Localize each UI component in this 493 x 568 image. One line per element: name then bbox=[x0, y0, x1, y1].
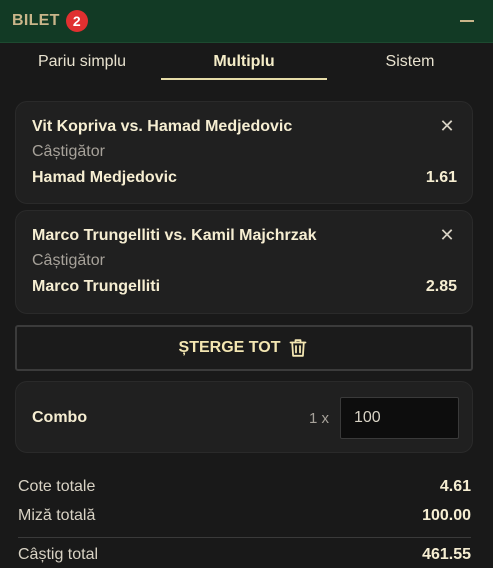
tab-sistem[interactable]: Sistem bbox=[327, 43, 493, 81]
summary-total-odds: Cote totale 4.61 bbox=[18, 478, 471, 500]
selection-odds: 2.85 bbox=[425, 278, 457, 295]
minus-icon[interactable] bbox=[460, 20, 474, 22]
market-name: Câștigător bbox=[32, 143, 105, 160]
combo-stake-card: Combo 1 x bbox=[15, 381, 473, 453]
total-win-label: Câștig total bbox=[18, 546, 99, 563]
bet-type-tabs: Pariu simplu Multiplu Sistem bbox=[0, 43, 493, 83]
market-name: Câștigător bbox=[32, 252, 105, 269]
tab-pariu-simplu[interactable]: Pariu simplu bbox=[0, 43, 164, 81]
match-name: Vit Kopriva vs. Hamad Medjedovic bbox=[32, 118, 293, 135]
total-odds-label: Cote totale bbox=[18, 478, 96, 495]
trash-icon bbox=[289, 338, 309, 358]
close-icon[interactable]: ✕ bbox=[438, 116, 456, 136]
total-odds-value: 4.61 bbox=[439, 478, 471, 495]
total-stake-label: Miză totală bbox=[18, 507, 96, 524]
total-win-value: 461.55 bbox=[422, 546, 471, 563]
close-icon[interactable]: ✕ bbox=[438, 225, 456, 245]
active-tab-indicator bbox=[161, 78, 327, 80]
clear-all-button[interactable]: ȘTERGE TOT bbox=[15, 325, 473, 371]
clear-all-label: ȘTERGE TOT bbox=[178, 339, 281, 356]
bet-card: Marco Trungelliti vs. Kamil Majchrzak ✕ … bbox=[15, 210, 473, 314]
selection-name: Hamad Medjedovic bbox=[32, 169, 177, 186]
betslip-header: BILET 2 bbox=[0, 0, 493, 43]
summary-total-win: Câștig total 461.55 bbox=[18, 546, 471, 568]
summary-divider bbox=[18, 537, 471, 538]
match-name: Marco Trungelliti vs. Kamil Majchrzak bbox=[32, 227, 317, 244]
summary-total-stake: Miză totală 100.00 bbox=[18, 507, 471, 529]
tab-multiplu[interactable]: Multiplu bbox=[161, 43, 327, 81]
combo-label: Combo bbox=[32, 409, 88, 426]
total-stake-value: 100.00 bbox=[422, 507, 471, 524]
selection-name: Marco Trungelliti bbox=[32, 278, 161, 295]
selection-odds: 1.61 bbox=[425, 169, 457, 186]
bet-count-badge: 2 bbox=[65, 10, 88, 32]
combo-multiplier: 1 x bbox=[309, 410, 330, 427]
betslip-title: BILET bbox=[12, 12, 60, 29]
stake-input[interactable] bbox=[340, 397, 459, 439]
bet-card: Vit Kopriva vs. Hamad Medjedovic ✕ Câști… bbox=[15, 101, 473, 204]
